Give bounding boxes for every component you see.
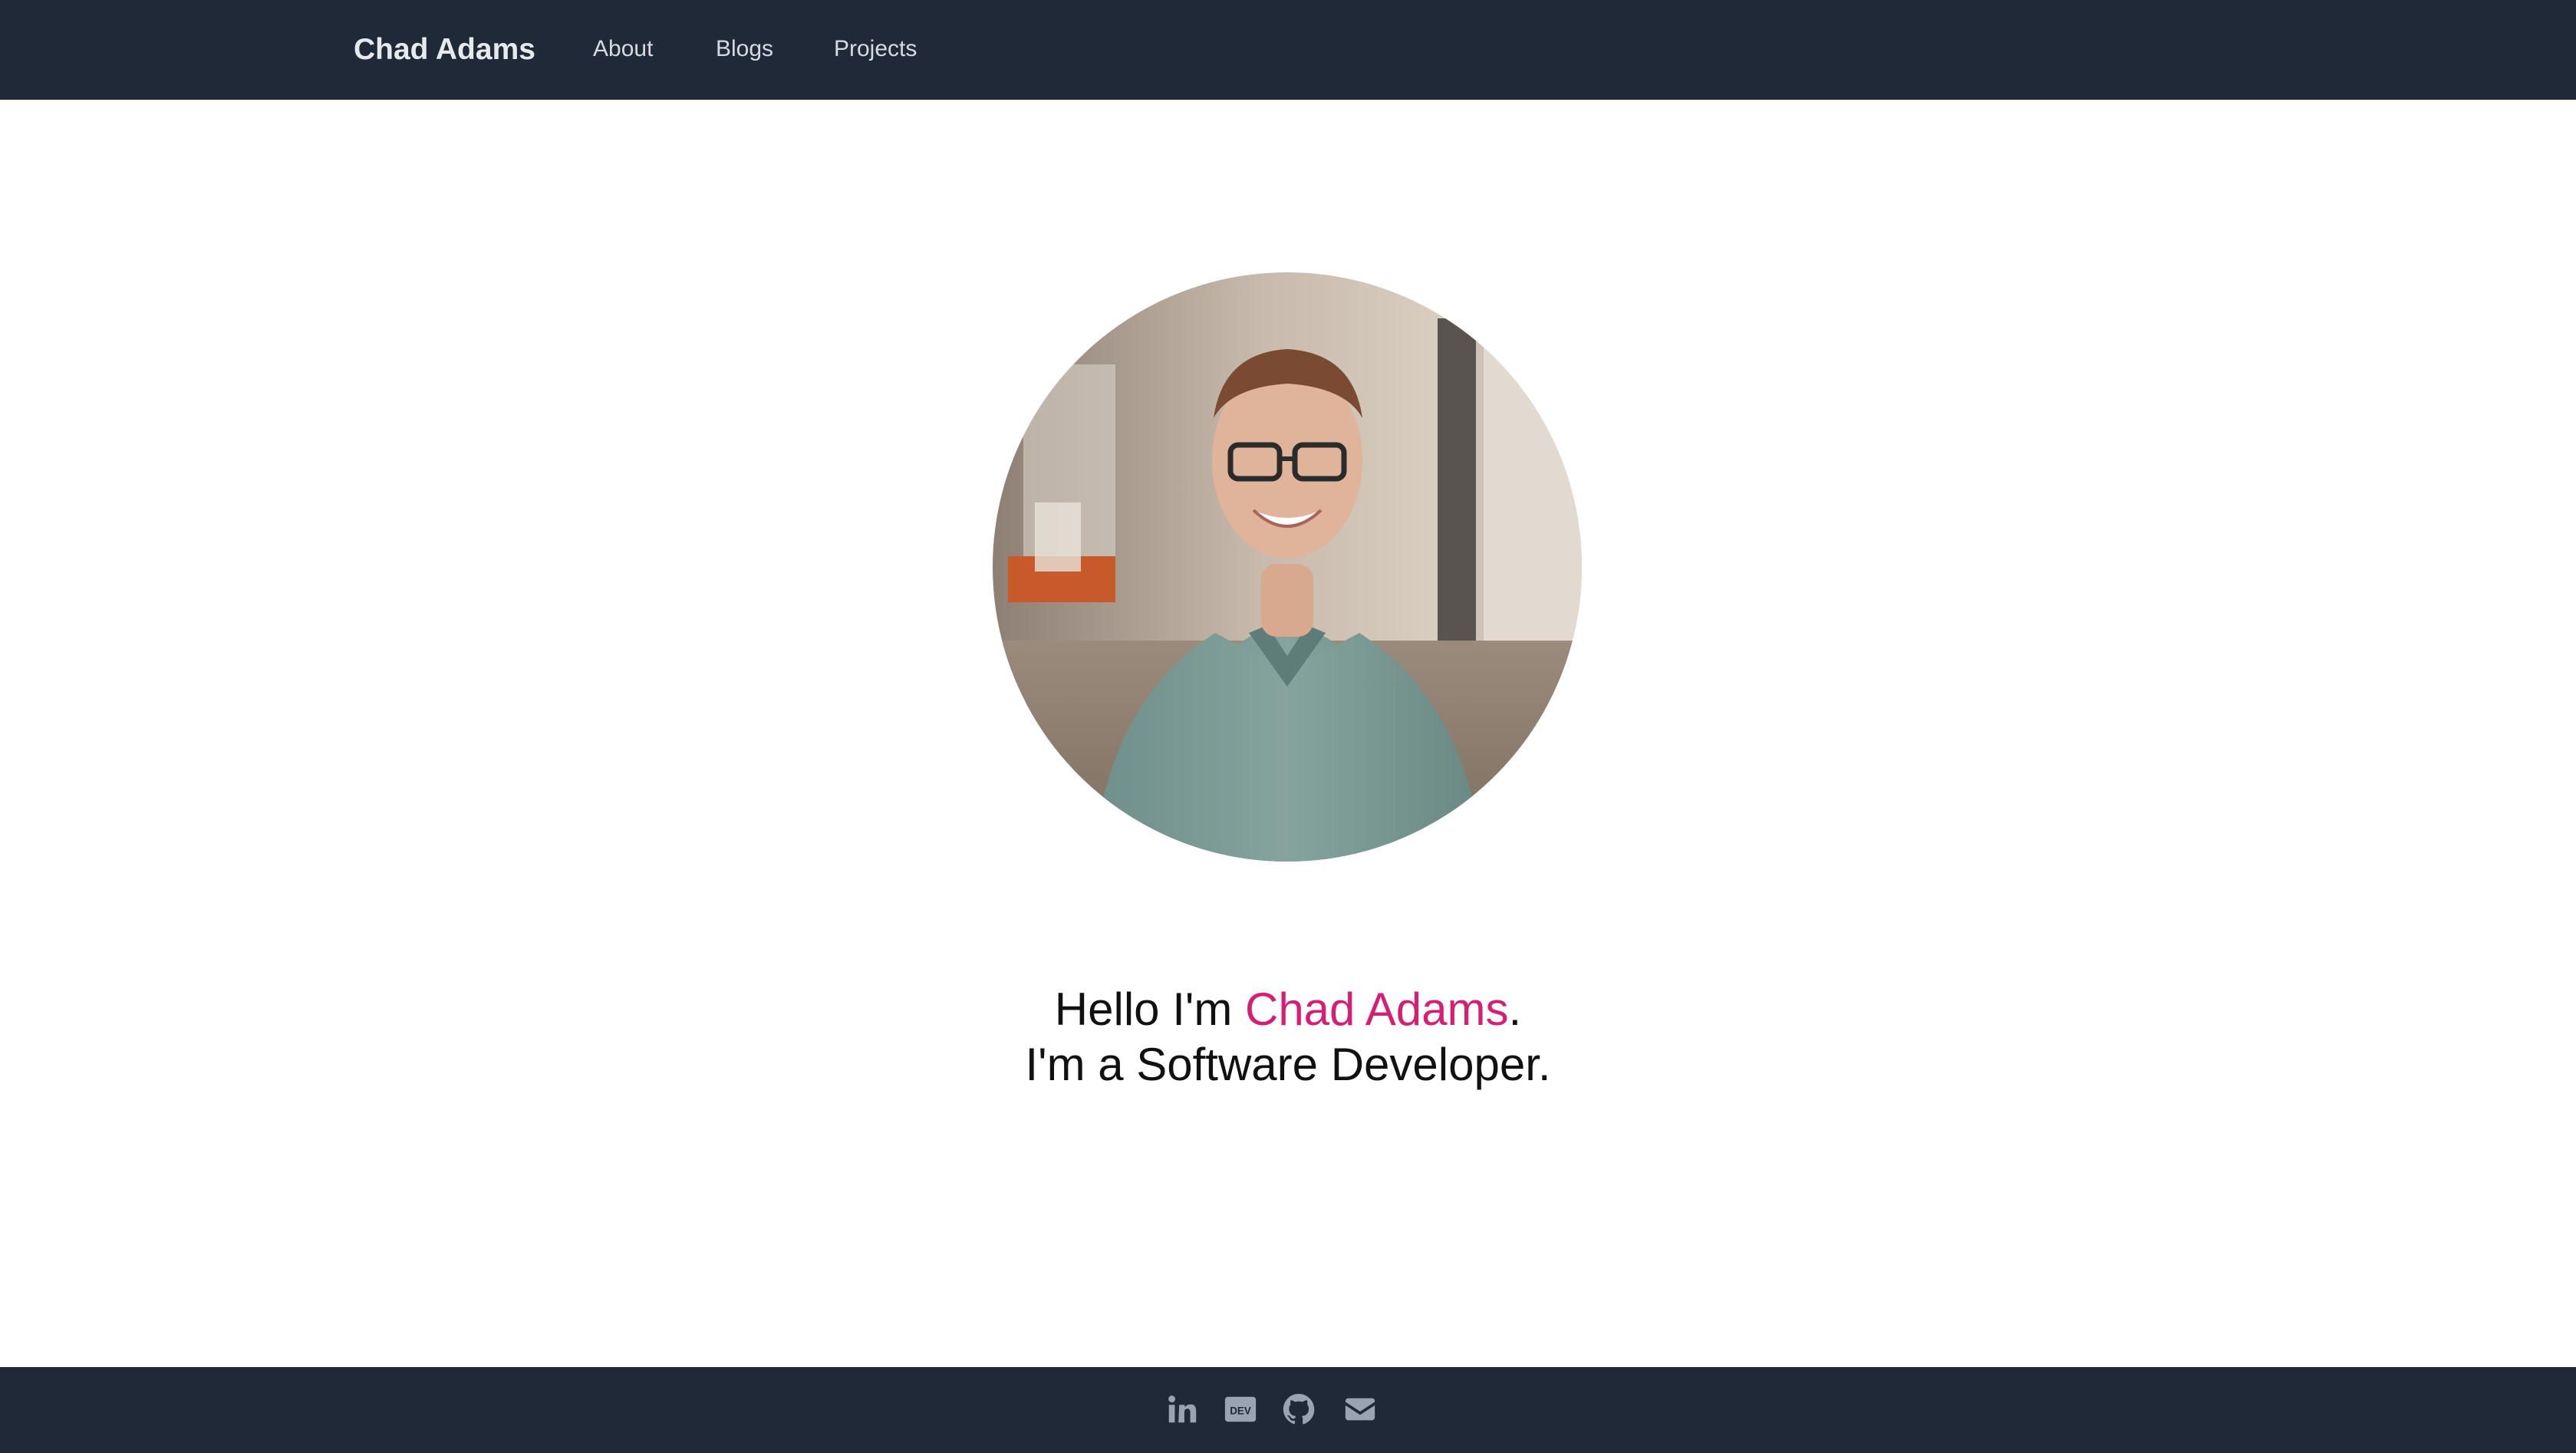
dev-icon-label: DEV [1230,1405,1251,1417]
tagline: I'm a Software Developer. [1025,1039,1551,1090]
greeting-name: Chad Adams [1244,983,1509,1035]
nav-about[interactable]: About [593,34,653,64]
profile-photo [993,272,1582,862]
linkedin-icon[interactable] [1164,1392,1200,1427]
greeting-line: Hello I'm Chad Adams. [0,982,2576,1037]
dev-icon[interactable]: DEV [1223,1392,1258,1427]
nav-blogs[interactable]: Blogs [716,34,773,64]
greeting-suffix: . [1508,983,1522,1035]
greeting-prefix: Hello I'm [1054,983,1245,1035]
email-icon[interactable] [1342,1392,1378,1427]
brand-link[interactable]: Chad Adams [354,29,535,71]
nav-projects[interactable]: Projects [834,34,917,64]
hero-greeting: Hello I'm Chad Adams. I'm a Software Dev… [0,982,2576,1092]
top-navbar: Chad Adams About Blogs Projects [0,0,2576,100]
github-icon[interactable] [1281,1392,1316,1427]
profile-photo-illustration [993,272,1582,862]
